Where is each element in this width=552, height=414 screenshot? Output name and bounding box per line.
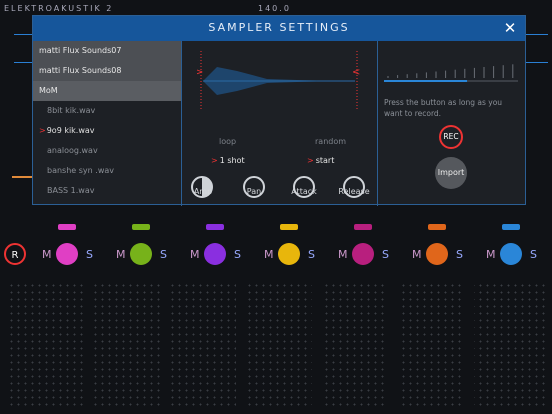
amp-label: Amp [193, 187, 213, 196]
file-name: 8bit kik.wav [47, 106, 96, 115]
mute-button[interactable]: M [42, 248, 52, 261]
selected-arrow-icon: > [307, 156, 314, 165]
record-button[interactable]: REC [439, 125, 463, 149]
app-title: ELEKTROAKUSTIK 2 [4, 4, 114, 13]
folder-item[interactable]: matti Flux Sounds08 [33, 61, 181, 81]
track-strip: MSMSMSMSMSMSMS [0, 224, 552, 280]
close-icon[interactable]: ✕ [501, 19, 519, 37]
grid-divider [84, 282, 94, 410]
selected-arrow-icon: > [39, 126, 46, 135]
grid-divider [464, 282, 474, 410]
bg-line [526, 34, 548, 35]
grid-divider [388, 282, 398, 410]
sampler-settings-dialog: SAMPLER SETTINGS ✕ matti Flux Sounds07 ma… [32, 15, 526, 206]
solo-button[interactable]: S [86, 248, 93, 261]
file-name: BASS 1.wav [47, 186, 95, 195]
file-name: analoog.wav [47, 146, 98, 155]
folder-item[interactable]: matti Flux Sounds07 [33, 41, 181, 61]
track-6: MS [412, 224, 483, 280]
mute-button[interactable]: M [486, 248, 496, 261]
file-item[interactable]: >9o9 kik.wav [33, 121, 181, 141]
file-item[interactable]: 8bit kik.wav [33, 101, 181, 121]
attack-label: Attack [291, 187, 317, 196]
file-name: banshe syn .wav [47, 166, 114, 175]
selected-arrow-icon: > [211, 156, 218, 165]
bg-line [14, 62, 34, 63]
file-item[interactable]: banshe syn .wav [33, 161, 181, 181]
svg-text:>: > [197, 67, 203, 78]
track-volume-knob[interactable] [56, 243, 78, 265]
track-volume-knob[interactable] [426, 243, 448, 265]
pencil-icon[interactable] [502, 224, 520, 230]
track-volume-knob[interactable] [204, 243, 226, 265]
bg-line [526, 62, 548, 63]
random-label[interactable]: random [315, 137, 346, 146]
pencil-icon[interactable] [280, 224, 298, 230]
pencil-icon[interactable] [206, 224, 224, 230]
mute-button[interactable]: M [190, 248, 200, 261]
tempo-readout[interactable]: 140.0 [258, 4, 291, 13]
file-item[interactable]: BASS 1.wav [33, 181, 181, 201]
track-volume-knob[interactable] [130, 243, 152, 265]
dialog-header: SAMPLER SETTINGS ✕ [33, 16, 525, 41]
solo-button[interactable]: S [382, 248, 389, 261]
pencil-icon[interactable] [58, 224, 76, 230]
solo-button[interactable]: S [456, 248, 463, 261]
record-panel: Press the button as long as you want to … [378, 41, 525, 206]
import-button[interactable]: Import [435, 157, 467, 189]
bg-line [12, 176, 32, 178]
folder-item[interactable]: MoM [33, 81, 181, 101]
track-5: MS [338, 224, 409, 280]
file-item[interactable]: clapp.wav [33, 201, 181, 206]
file-item[interactable]: analoog.wav [33, 141, 181, 161]
dialog-title: SAMPLER SETTINGS [208, 21, 350, 34]
file-name: 9o9 kik.wav [46, 126, 95, 135]
solo-button[interactable]: S [160, 248, 167, 261]
oneshot-label: 1 shot [219, 156, 245, 165]
mute-button[interactable]: M [264, 248, 274, 261]
grid-divider [312, 282, 322, 410]
release-label: Release [338, 187, 370, 196]
mute-button[interactable]: M [338, 248, 348, 261]
solo-button[interactable]: S [530, 248, 537, 261]
grid-divider [160, 282, 170, 410]
track-4: MS [264, 224, 335, 280]
track-3: MS [190, 224, 261, 280]
input-level-meter[interactable] [384, 61, 518, 85]
pan-label: Pan [246, 187, 262, 196]
grid-divider [236, 282, 246, 410]
pencil-icon[interactable] [428, 224, 446, 230]
pencil-icon[interactable] [132, 224, 150, 230]
sample-file-list[interactable]: matti Flux Sounds07 matti Flux Sounds08 Mo… [33, 41, 182, 206]
solo-button[interactable]: S [234, 248, 241, 261]
loop-label[interactable]: loop [219, 137, 236, 146]
track-volume-knob[interactable] [352, 243, 374, 265]
track-1: MS [42, 224, 113, 280]
solo-button[interactable]: S [308, 248, 315, 261]
track-7: MS [486, 224, 552, 280]
record-hint: Press the button as long as you want to … [384, 98, 503, 118]
sample-editor: > < loop random >1 shot > start [181, 41, 378, 206]
start-option[interactable]: > start [307, 156, 334, 165]
start-label: start [315, 156, 335, 165]
mute-button[interactable]: M [412, 248, 422, 261]
track-2: MS [116, 224, 187, 280]
track-volume-knob[interactable] [278, 243, 300, 265]
mute-button[interactable]: M [116, 248, 126, 261]
bg-line [14, 34, 34, 35]
pencil-icon[interactable] [354, 224, 372, 230]
waveform-display[interactable]: > < [197, 49, 361, 113]
track-volume-knob[interactable] [500, 243, 522, 265]
oneshot-option[interactable]: >1 shot [211, 156, 245, 165]
svg-text:<: < [352, 67, 360, 78]
